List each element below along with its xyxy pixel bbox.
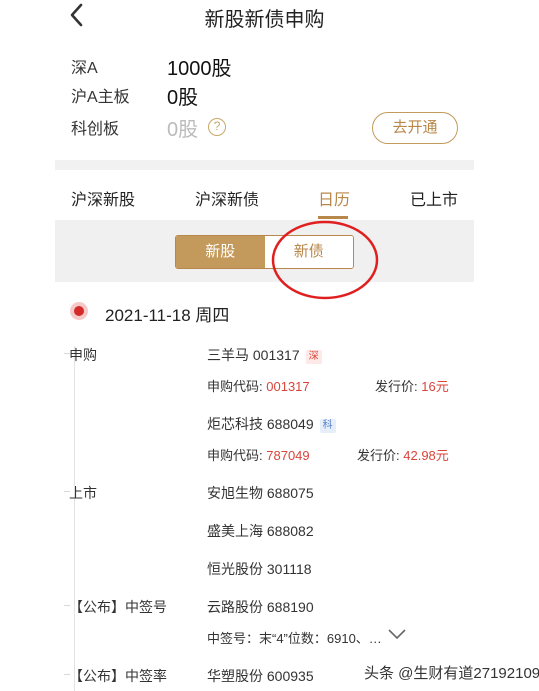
account-label: 深A bbox=[71, 60, 98, 77]
list-item[interactable]: 炬芯科技 688049 科 bbox=[207, 414, 336, 434]
code-label: 申购代码: bbox=[207, 379, 263, 394]
header: 新股新债申购 bbox=[55, 0, 474, 34]
price-label: 发行价: bbox=[357, 448, 400, 463]
left-margin bbox=[0, 0, 55, 691]
tab-new-bonds[interactable]: 沪深新债 bbox=[195, 186, 259, 210]
price-value: 16元 bbox=[421, 379, 449, 394]
price-label: 发行价: bbox=[375, 379, 418, 394]
account-label: 科创板 bbox=[71, 121, 120, 138]
tab-listed[interactable]: 已上市 bbox=[410, 186, 458, 210]
watermark: 头条 @生财有道27192109 bbox=[364, 665, 539, 682]
list-item[interactable]: 三羊马 001317 深 bbox=[207, 345, 322, 365]
segment-bar: 新股 新债 bbox=[55, 220, 474, 282]
account-row-star: 科创板 0股 ? bbox=[71, 113, 227, 141]
account-value: 1000股 bbox=[167, 57, 232, 80]
list-item[interactable]: 盛美上海 688082 bbox=[207, 521, 314, 541]
subscribe-code: 申购代码: 001317 bbox=[207, 376, 310, 395]
section-label-lottery-number: 【公布】中签号 bbox=[64, 599, 167, 615]
open-account-button[interactable]: 去开通 bbox=[372, 112, 458, 144]
lottery-number-detail: 中签号：末“4”位数：6910、… bbox=[207, 631, 382, 646]
section-label-lottery-rate: 【公布】中签率 bbox=[64, 668, 167, 684]
tab-calendar[interactable]: 日历 bbox=[318, 186, 350, 210]
list-item[interactable]: 华塑股份 600935 bbox=[207, 666, 314, 686]
issue-price: 发行价: 16元 bbox=[375, 376, 449, 395]
price-value: 42.98元 bbox=[403, 448, 449, 463]
list-item[interactable]: 云路股份 688190 bbox=[207, 597, 314, 617]
page-title: 新股新债申购 bbox=[204, 9, 325, 31]
code-value: 787049 bbox=[266, 448, 310, 463]
divider bbox=[55, 160, 474, 170]
calendar-date-row: 2021-11-18 周四 bbox=[55, 296, 474, 328]
section-label-listing: 上市 bbox=[64, 485, 97, 501]
right-margin bbox=[474, 0, 539, 691]
account-value: 0股 bbox=[167, 86, 199, 109]
stock-name: 三羊马 001317 bbox=[207, 347, 300, 363]
market-tag: 科 bbox=[319, 419, 336, 433]
app-screen: 新股新债申购 深A 1000股 沪A主板 0股 科创板 0股 ? 去开通 沪深新… bbox=[55, 0, 474, 691]
segment-new-stocks[interactable]: 新股 bbox=[176, 236, 265, 268]
code-value: 001317 bbox=[266, 379, 310, 394]
tab-bar: 沪深新股 沪深新债 日历 已上市 bbox=[55, 170, 474, 220]
timeline-line bbox=[74, 346, 75, 691]
account-info: 深A 1000股 沪A主板 0股 科创板 0股 ? 去开通 bbox=[55, 34, 474, 160]
list-item[interactable]: 恒光股份 301118 bbox=[207, 559, 312, 579]
list-item[interactable]: 安旭生物 688075 bbox=[207, 483, 314, 503]
help-icon[interactable]: ? bbox=[208, 118, 227, 136]
subscribe-code: 申购代码: 787049 bbox=[207, 445, 310, 464]
date-dot-icon bbox=[70, 302, 88, 320]
red-circle-annotation bbox=[271, 220, 379, 300]
tab-new-stocks[interactable]: 沪深新股 bbox=[71, 186, 135, 210]
account-row-sza: 深A 1000股 bbox=[71, 52, 232, 80]
section-label-subscribe: 申购 bbox=[64, 347, 97, 363]
account-value: 0股 bbox=[167, 118, 199, 141]
calendar-date: 2021-11-18 周四 bbox=[105, 306, 230, 325]
code-label: 申购代码: bbox=[207, 448, 263, 463]
issue-price: 发行价: 42.98元 bbox=[357, 445, 449, 464]
market-tag: 深 bbox=[305, 350, 322, 364]
account-row-sha-main: 沪A主板 0股 bbox=[71, 81, 198, 109]
chevron-down-icon[interactable] bbox=[387, 628, 407, 640]
account-label: 沪A主板 bbox=[71, 89, 130, 106]
stock-name: 炬芯科技 688049 bbox=[207, 416, 314, 432]
